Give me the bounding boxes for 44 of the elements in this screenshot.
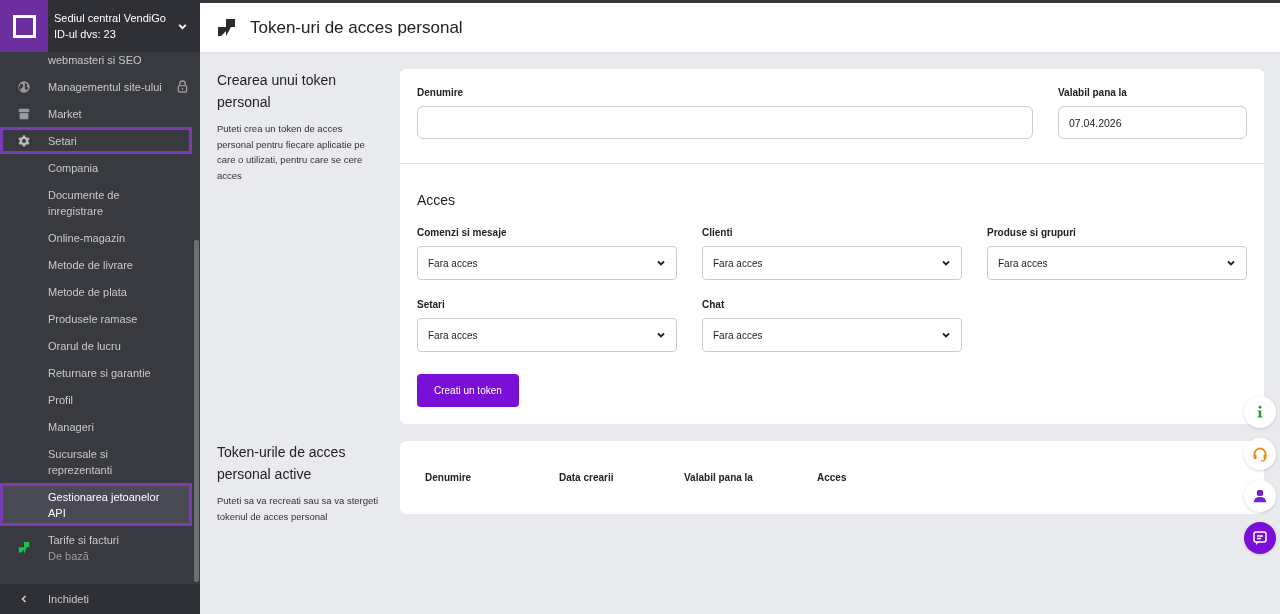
sidebar-item[interactable]: Produsele ramase	[0, 305, 192, 332]
sidebar-item[interactable]: Sucursale si reprezentanti	[0, 440, 192, 483]
create-token-button[interactable]: Creati un token	[417, 374, 519, 407]
field-label: Valabil pana la	[1058, 87, 1128, 98]
sidebar-item[interactable]: Documente de inregistrare	[0, 181, 192, 224]
sidebar-item[interactable]: Setari	[0, 127, 192, 154]
column-header: Valabil pana la	[684, 472, 754, 483]
section-heading: Crearea unui token personal	[217, 71, 338, 112]
sidebar-item[interactable]: Profil	[0, 386, 192, 413]
sidebar-item[interactable]: Metode de plata	[0, 278, 192, 305]
column-header: Acces	[817, 472, 847, 483]
sidebar-item[interactable]: Manageri	[0, 413, 192, 440]
access-dropdown[interactable]: Fara acces	[702, 246, 962, 280]
field-label: Produse si grupuri	[987, 227, 1077, 238]
sidebar-item[interactable]: Market	[0, 100, 192, 127]
account-name: Sediul central VendiGo	[54, 11, 167, 26]
access-heading: Acces	[417, 192, 457, 208]
section-description: Puteti crea un token de acces personal pentru fiecare aplicatie pe care o utilizati, pentru care se cere acces	[217, 122, 366, 183]
column-header: Data crearii	[559, 472, 615, 483]
sidebar-item[interactable]: Gestionarea jetoanelor API	[0, 483, 192, 526]
access-dropdown[interactable]: Fara acces	[417, 318, 677, 352]
sidebar-item[interactable]: Tarife si facturi De bază	[0, 526, 192, 569]
column-header: Denumire	[425, 472, 473, 483]
access-dropdown[interactable]: Fara acces	[417, 246, 677, 280]
section-heading: Token-urile de acces personal active	[217, 443, 347, 484]
date-field[interactable]: 07.04.2026	[1058, 106, 1247, 139]
field-label: Clienti	[702, 227, 734, 238]
sidebar-item[interactable]: Returnare si garantie	[0, 359, 192, 386]
account-id: ID-ul dvs: 23	[54, 27, 117, 42]
access-dropdown[interactable]: Fara acces	[987, 246, 1247, 280]
sidebar-item[interactable]: Compania	[0, 154, 192, 181]
field-label: Chat	[702, 299, 726, 310]
field-label: Denumire	[417, 87, 465, 98]
sidebar-item[interactable]: Managementul site-ului	[0, 73, 192, 100]
sidebar-item[interactable]: webmasteri si SEO	[0, 52, 192, 73]
access-dropdown[interactable]: Fara acces	[702, 318, 962, 352]
field-label: Comenzi si mesaje	[417, 227, 508, 238]
sidebar-item[interactable]: Orarul de lucru	[0, 332, 192, 359]
sidebar-item[interactable]: Metode de livrare	[0, 251, 192, 278]
field-label: Setari	[417, 299, 446, 310]
page-title: Token-uri de acces personal	[250, 17, 463, 38]
collapse-button[interactable]: Inchideti	[0, 584, 200, 614]
sidebar-item[interactable]: Online-magazin	[0, 224, 192, 251]
section-description: Puteti sa va recreati sau sa va stergeti tokenul de acces personal	[217, 494, 380, 524]
